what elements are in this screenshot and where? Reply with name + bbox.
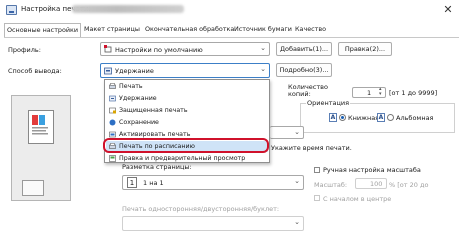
tab-quality[interactable]: Качество: [293, 23, 328, 37]
portrait-label: Книжная: [348, 114, 380, 122]
schedule-hint: Укажите время печати.: [271, 144, 352, 152]
profile-label: Профиль:: [8, 46, 41, 54]
manual-scale-checkbox[interactable]: [314, 167, 320, 173]
edit-profile-button[interactable]: Правка(2)...: [338, 42, 392, 56]
dropdown-item-label: Удержание: [119, 95, 157, 102]
landscape-radio[interactable]: [387, 114, 394, 121]
tab-bar: Основные настройки Макет страницы Оконча…: [4, 23, 461, 38]
dropdown-item-secure-print[interactable]: Защищенная печать: [106, 105, 268, 116]
hold-icon: [109, 95, 116, 102]
copies-input[interactable]: 1 ▴ ▾: [352, 87, 386, 98]
print-icon: [109, 83, 116, 90]
start-center-checkbox[interactable]: [314, 195, 320, 201]
tab-page-layout[interactable]: Макет страницы: [82, 23, 142, 37]
tab-divider: [4, 37, 459, 38]
copies-stepper-icon[interactable]: ▴ ▾: [379, 87, 382, 97]
copies-range: [от 1 до 9999]: [389, 89, 438, 97]
tab-basic-settings[interactable]: Основные настройки: [4, 23, 82, 38]
layout-select[interactable]: 1 1 на 1 ⌄: [122, 175, 304, 190]
activate-print-icon: [109, 131, 116, 138]
duplex-select[interactable]: ⌄: [122, 216, 304, 231]
scale-input[interactable]: 100: [355, 178, 387, 189]
close-button[interactable]: ✕: [438, 2, 458, 18]
scale-label: Масштаб:: [314, 181, 348, 189]
edit-preview-icon: [109, 155, 116, 162]
title-bar: Настройка печати: ✕: [0, 0, 461, 20]
chevron-down-icon: ⌄: [260, 44, 266, 52]
start-center-label: С началом в центре: [323, 195, 392, 203]
output-method-select[interactable]: Удержание ⌄: [100, 63, 270, 78]
output-method-label: Способ вывода:: [8, 67, 62, 75]
dropdown-item-label: Печать: [119, 83, 143, 90]
save-icon: [109, 119, 116, 126]
dropdown-item-label: Защищенная печать: [119, 107, 188, 114]
profile-value: Настройки по умолчанию: [115, 46, 203, 54]
manual-scale-label: Ручная настройка масштаба: [323, 166, 421, 174]
scale-range: % [от 20 до: [389, 181, 429, 189]
chevron-down-icon: ⌄: [294, 218, 300, 226]
hold-icon: [104, 67, 112, 75]
dropdown-item-edit-preview[interactable]: Правка и предварительный просмотр: [106, 153, 268, 164]
chevron-down-icon: ⌄: [294, 128, 300, 136]
add-profile-button[interactable]: Добавить(1)...: [276, 42, 332, 56]
preview-thumbnail: [22, 180, 44, 196]
print-preview: [11, 95, 71, 201]
dropdown-item-label: Правка и предварительный просмотр: [119, 155, 246, 162]
landscape-icon: A: [377, 113, 385, 122]
tab-paper-source[interactable]: Источник бумаги: [232, 23, 294, 37]
printer-app-icon: [6, 5, 17, 15]
layout-value: 1 на 1: [143, 179, 164, 187]
orientation-label: Ориентация: [306, 99, 351, 107]
hidden-select[interactable]: ⌄: [270, 126, 304, 139]
landscape-label: Альбомная: [396, 114, 434, 122]
portrait-icon: A: [329, 113, 337, 122]
printer-name-redacted: [72, 5, 184, 13]
print-settings-window: Настройка печати: ✕ Основные настройки М…: [0, 0, 461, 241]
portrait-radio[interactable]: [339, 114, 346, 121]
profile-select[interactable]: Настройки по умолчанию ⌄: [100, 42, 270, 56]
secure-print-icon: [109, 107, 116, 114]
dropdown-item-label: Сохранение: [119, 119, 159, 126]
duplex-label: Печать односторонняя/двусторонняя/буклет…: [122, 205, 280, 213]
layout-icon: 1: [127, 177, 137, 188]
copies-label: Количество копий:: [288, 83, 328, 98]
tab-finishing[interactable]: Окончательная обработка: [143, 23, 236, 37]
dropdown-item-print[interactable]: Печать: [106, 81, 268, 92]
copies-value: 1: [367, 89, 372, 97]
dropdown-item-save[interactable]: Сохранение: [106, 117, 268, 128]
layout-label: Разметка страницы:: [122, 163, 192, 171]
scale-value: 100: [370, 180, 383, 188]
selection-highlight-ring: [103, 138, 269, 153]
dropdown-item-hold[interactable]: Удержание: [106, 93, 268, 104]
chevron-down-icon: ⌄: [260, 65, 266, 73]
chevron-down-icon: ⌄: [294, 177, 300, 185]
details-button[interactable]: Подробно(3)...: [276, 63, 332, 77]
output-method-value: Удержание: [115, 67, 154, 75]
profile-icon: [104, 45, 112, 53]
